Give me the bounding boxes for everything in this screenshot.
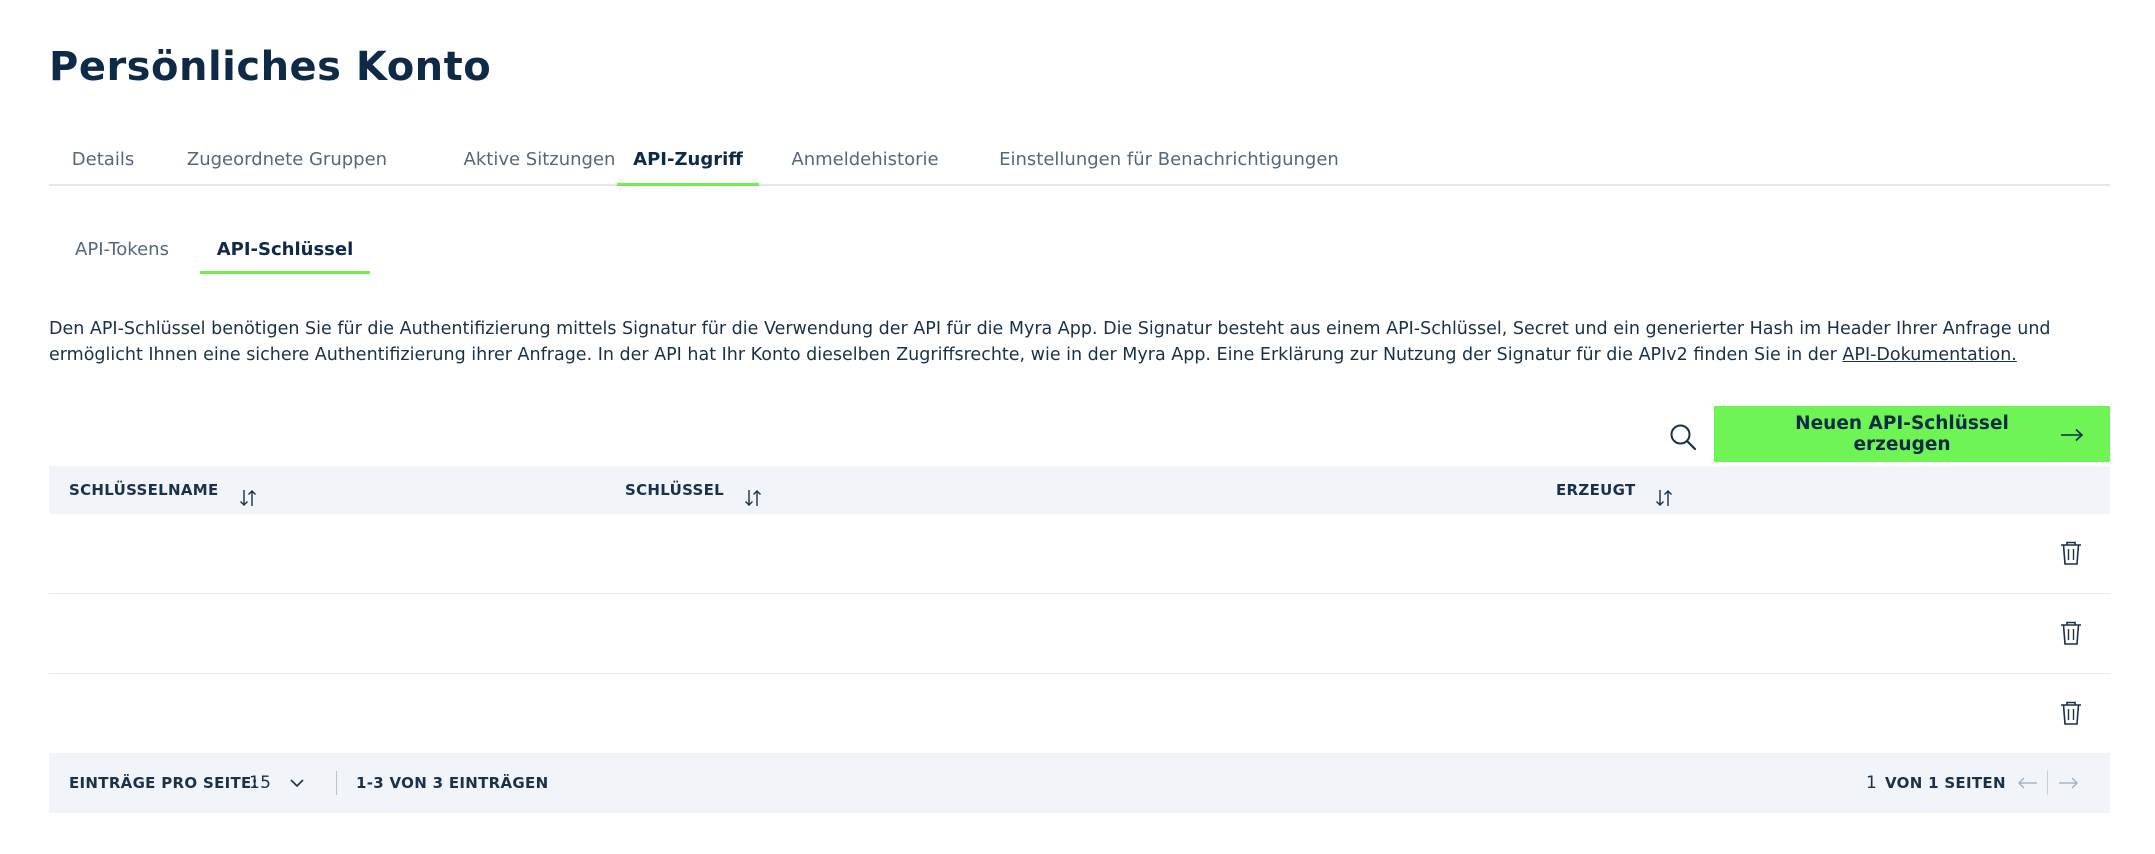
sort-icon[interactable] bbox=[1655, 479, 1673, 506]
subtab-api-tokens[interactable]: API-Tokens bbox=[49, 230, 195, 274]
current-page: 1 bbox=[1866, 773, 1878, 793]
description-text: Den API-Schlüssel benötigen Sie für die … bbox=[49, 319, 2051, 365]
trash-icon[interactable] bbox=[2059, 700, 2083, 726]
per-page-value: 15 bbox=[249, 773, 272, 793]
column-label: ERZEUGT bbox=[1556, 481, 1636, 499]
description: Den API-Schlüssel benötigen Sie für die … bbox=[49, 316, 2109, 368]
arrow-right-icon[interactable] bbox=[2057, 771, 2079, 795]
tab-benachrichtigungen[interactable]: Einstellungen für Benachrichtigungen bbox=[971, 140, 1367, 184]
column-header-erzeugt[interactable]: ERZEUGT bbox=[1556, 466, 1673, 514]
trash-icon[interactable] bbox=[2059, 540, 2083, 566]
tab-zugeordnete-gruppen[interactable]: Zugeordnete Gruppen bbox=[161, 140, 413, 184]
trash-icon[interactable] bbox=[2059, 620, 2083, 646]
main-tabs: Details Zugeordnete Gruppen Aktive Sitzu… bbox=[49, 140, 2110, 186]
divider bbox=[336, 771, 337, 795]
sub-tabs: API-Tokens API-Schlüssel bbox=[49, 230, 379, 275]
page-title: Persönliches Konto bbox=[49, 44, 492, 90]
chevron-down-icon bbox=[289, 773, 305, 793]
search-icon[interactable] bbox=[1668, 422, 1698, 452]
nav-divider bbox=[2047, 771, 2048, 795]
account-page: Persönliches Konto Details Zugeordnete G… bbox=[0, 0, 2155, 854]
table-header: SCHLÜSSELNAME SCHLÜSSEL ERZEUGT bbox=[49, 466, 2110, 514]
api-docs-link[interactable]: API-Dokumentation. bbox=[1842, 345, 2016, 365]
total-pages-label: VON 1 SEITEN bbox=[1885, 774, 2006, 792]
column-label: SCHLÜSSEL bbox=[625, 481, 725, 499]
column-header-schluesselname[interactable]: SCHLÜSSELNAME bbox=[69, 466, 257, 514]
table-footer: EINTRÄGE PRO SEITE: 15 1-3 VON 3 EINTRÄG… bbox=[49, 753, 2110, 813]
sort-icon[interactable] bbox=[744, 479, 762, 506]
column-label: SCHLÜSSELNAME bbox=[69, 481, 219, 499]
subtab-api-schluessel[interactable]: API-Schlüssel bbox=[200, 230, 370, 274]
create-api-key-label: Neuen API-Schlüssel erzeugen bbox=[1795, 413, 2009, 455]
create-api-key-button[interactable]: Neuen API-Schlüssel erzeugen bbox=[1714, 406, 2110, 462]
entries-range: 1-3 VON 3 EINTRÄGEN bbox=[356, 774, 549, 792]
table-row bbox=[49, 674, 2110, 753]
column-header-schluessel[interactable]: SCHLÜSSEL bbox=[625, 466, 762, 514]
per-page-select[interactable]: 15 bbox=[249, 767, 315, 799]
per-page-label: EINTRÄGE PRO SEITE: bbox=[69, 774, 258, 792]
arrow-left-icon[interactable] bbox=[2017, 771, 2039, 795]
arrow-right-icon bbox=[2060, 420, 2084, 448]
table-row bbox=[49, 594, 2110, 674]
table-row bbox=[49, 514, 2110, 594]
tab-anmeldehistorie[interactable]: Anmeldehistorie bbox=[763, 140, 967, 184]
tab-api-zugriff[interactable]: API-Zugriff bbox=[617, 140, 759, 186]
tab-details[interactable]: Details bbox=[49, 140, 157, 184]
sort-icon[interactable] bbox=[239, 479, 257, 506]
